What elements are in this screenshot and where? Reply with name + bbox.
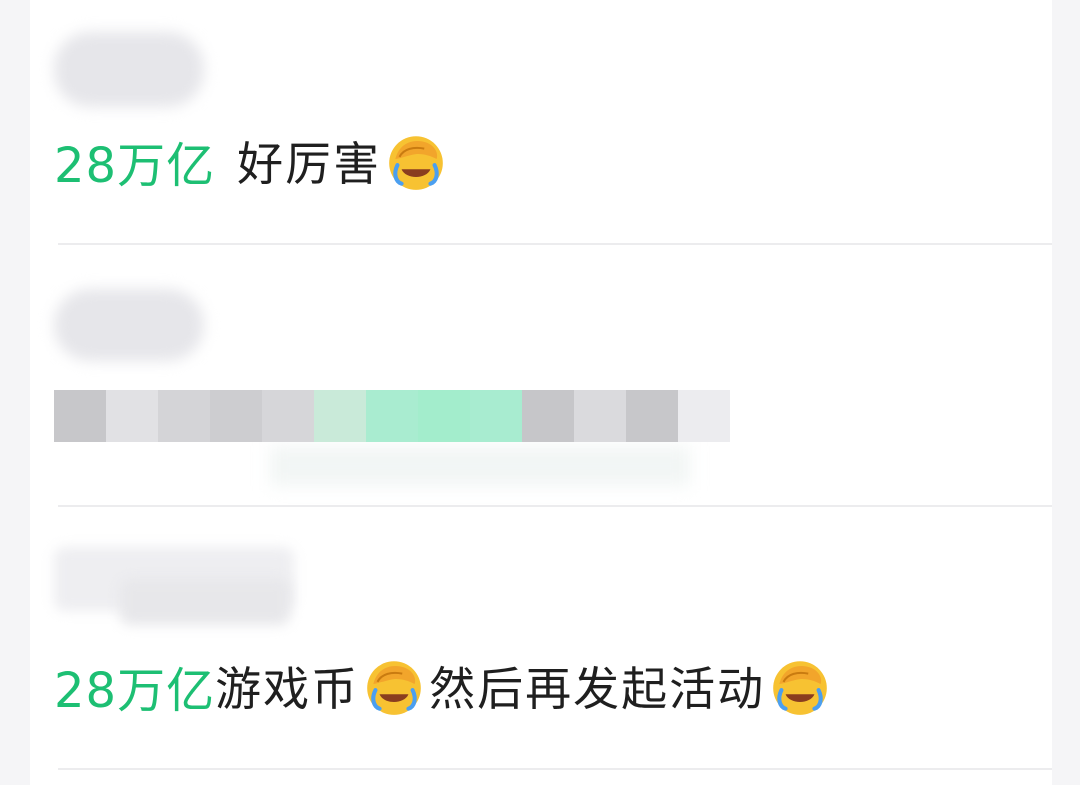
username-blurred — [54, 32, 204, 107]
comment-text-row: 28万亿 游戏币 然后再发起活动 — [54, 651, 835, 721]
highlighted-amount: 28万亿 — [54, 138, 216, 194]
username-blurred-secondary — [120, 579, 290, 625]
comment-text-part-2: 然后再发起活动 — [429, 662, 766, 716]
comment-item-1[interactable]: 28万亿 好厉害 — [30, 0, 1052, 244]
divider — [58, 768, 1052, 770]
pixelated-comment-text — [54, 390, 730, 442]
comment-text-part-1: 游戏币 — [215, 662, 360, 716]
comment-text: 好厉害 — [237, 137, 382, 191]
highlighted-amount: 28万亿 — [54, 663, 216, 719]
comment-text-row: 28万亿 好厉害 — [54, 126, 451, 196]
face-palm-tears-emoji — [389, 136, 443, 190]
face-palm-tears-emoji — [773, 661, 827, 715]
comment-list: 28万亿 好厉害 28万亿 游戏币 然后再发起活动 — [30, 0, 1052, 785]
comment-item-3[interactable] — [30, 507, 1052, 769]
username-blurred — [54, 289, 204, 361]
face-palm-tears-emoji — [367, 661, 421, 715]
pixelated-reflection — [270, 446, 690, 486]
